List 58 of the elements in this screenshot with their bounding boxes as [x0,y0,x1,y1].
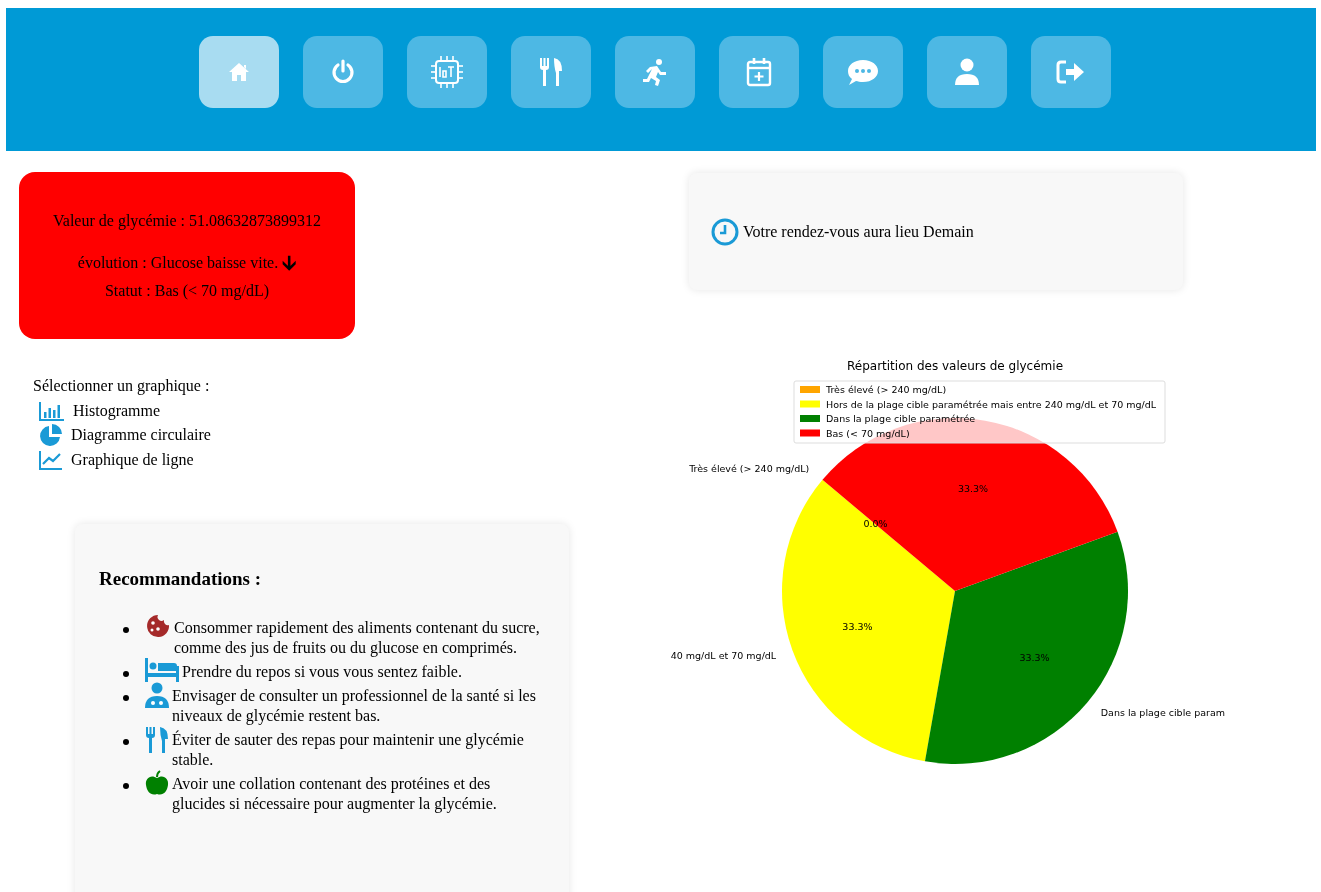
appointment-text: Votre rendez-vous aura lieu Demain [743,222,974,241]
user-icon [954,58,980,86]
bar-chart-icon [39,400,65,421]
chart-option[interactable]: Graphique de ligne [33,447,194,472]
doctor-icon [145,682,169,708]
nav-button[interactable] [927,36,1007,108]
nav-button[interactable] [511,36,591,108]
glucose-status: Statut : Bas (< 70 mg/dL) [104,281,270,300]
calendar-add-icon [746,57,772,87]
bullet [123,627,129,633]
bullet [123,783,129,789]
legend-label: Dans la plage cible paramétrée [826,413,976,424]
glucose-trend: évolution : Glucose baisse vite. [77,253,279,272]
logout-icon [1056,59,1086,85]
fork-knife-icon [145,726,169,754]
bullet [123,739,129,745]
recommendation-text: Consommer rapidement des aliments contenant du sucre, comme des jus de fruits ou du glucose en comprimés. [174,618,541,658]
down-arrow-icon: 🡫 [282,252,297,273]
pie-chart-icon [39,423,63,448]
glucose-value: Valeur de glycémie : 51.08632873899312 [53,211,321,230]
cookie-icon [145,614,171,638]
slice-label: 40 mg/dL et 70 mg/dL [670,650,777,662]
running-person-icon [642,58,668,86]
power-icon [331,59,355,85]
recommendation-text: Avoir une collation contenant des protéines et des glucides si nécessaire pour augmenter la glycémie. [172,774,498,814]
apple-icon [145,770,169,796]
home-icon [228,62,250,82]
chart-option[interactable]: Diagramme circulaire [33,423,211,448]
recommendation-text: Éviter de sauter des repas pour maintenir une glycémie stable. [172,730,525,770]
chart-title: Répartition des valeurs de glycémie [847,359,1063,373]
legend-label: Très élevé (> 240 mg/dL) [826,384,947,395]
nav-button[interactable] [1031,36,1111,108]
nav-button[interactable] [199,36,279,108]
bullet [123,671,129,677]
line-chart-icon [39,449,63,470]
chart-option[interactable]: Histogramme [33,398,161,423]
recommendations-title: Recommandations : [99,568,263,590]
nav-button[interactable] [719,36,799,108]
fork-knife-icon [538,57,564,87]
recommendation-text: Prendre du repos si vous vous sentez faible. [182,662,462,682]
slice-percent: 33.3% [957,482,989,494]
nav-button[interactable] [303,36,383,108]
slice-label: Dans la plage cible param [1100,707,1225,719]
iot-chip-icon [429,54,465,90]
nav-button[interactable] [615,36,695,108]
nav-button[interactable] [823,36,903,108]
slice-percent: 33.3% [1019,651,1050,663]
recommendation-text: Envisager de consulter un professionnel de la santé si les niveaux de glycémie restent bas. [172,686,537,726]
chat-bubble-icon [847,58,879,86]
legend-label: Bas (< 70 mg/dL) [826,427,910,439]
slice-label: Très élevé (> 240 mg/dL) [689,462,810,474]
chart-picker-label: Sélectionner un graphique : [33,376,211,397]
bed-icon [145,658,179,682]
nav-button[interactable] [407,36,487,108]
legend-label: Hors de la plage cible paramétrée mais entre 240 mg/dL et 70 mg/dL [826,398,1157,410]
clock-icon [711,217,739,246]
bullet [123,695,129,701]
slice-percent: 33.3% [842,620,873,632]
